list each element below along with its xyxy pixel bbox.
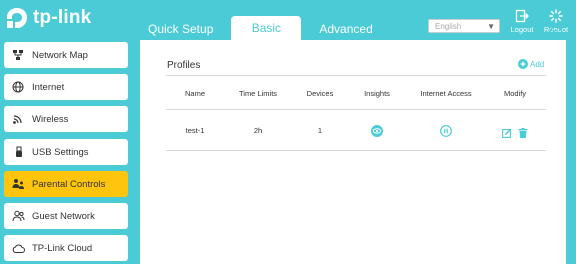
usb-icon <box>4 146 32 158</box>
column-header-time-limits: Time Limits <box>238 89 278 98</box>
logo-text: tp-link <box>33 7 92 28</box>
tab-quick-setup[interactable]: Quick Setup <box>140 18 221 40</box>
sidebar-item-label: Wireless <box>32 113 69 125</box>
reboot-icon <box>549 9 563 23</box>
sidebar-item-label: Internet <box>32 81 65 93</box>
edit-icon <box>502 128 512 138</box>
insights-button[interactable] <box>371 124 383 142</box>
logout-label: Logout <box>510 25 534 34</box>
table-header-divider <box>166 109 546 110</box>
network-map-icon <box>4 49 32 61</box>
sidebar-item-network-map[interactable]: Network Map <box>4 42 128 68</box>
column-header-modify: Modify <box>503 89 527 98</box>
profile-devices: 1 <box>317 126 323 135</box>
globe-icon <box>4 81 32 93</box>
sidebar-item-label: TP-Link Cloud <box>32 242 93 254</box>
column-header-devices: Devices <box>306 89 334 98</box>
delete-profile-button[interactable] <box>518 125 528 143</box>
sidebar-item-label: USB Settings <box>32 146 89 158</box>
add-profile-button[interactable]: Add <box>518 59 544 69</box>
add-label: Add <box>530 59 545 69</box>
sidebar-item-tp-link-cloud[interactable]: TP-Link Cloud <box>4 235 128 261</box>
top-tabs: Quick Setup Basic Advanced <box>140 0 385 40</box>
table-top-divider <box>166 75 546 76</box>
sidebar-item-label: Network Map <box>32 49 88 61</box>
sidebar-item-internet[interactable]: Internet <box>4 74 128 100</box>
cloud-icon <box>4 243 32 254</box>
svg-text:?: ? <box>553 29 559 39</box>
guest-icon <box>4 210 32 222</box>
tab-advanced[interactable]: Advanced <box>311 18 380 40</box>
profile-time-limits: 2h <box>253 126 263 135</box>
sidebar-item-wireless[interactable]: Wireless <box>4 106 128 132</box>
internet-access-toggle[interactable] <box>440 124 452 142</box>
logout-button[interactable]: Logout <box>507 9 537 34</box>
logout-icon <box>515 9 529 23</box>
sidebar-item-usb-settings[interactable]: USB Settings <box>4 139 128 165</box>
main-content <box>140 40 566 264</box>
table-row-divider <box>166 150 546 151</box>
header-bar: tp-link Quick Setup Basic Advanced Engli… <box>0 0 576 40</box>
eye-icon <box>371 125 383 137</box>
add-icon <box>518 59 528 69</box>
chevron-down-icon: ▼ <box>487 22 495 31</box>
tp-link-logo-icon <box>7 8 27 28</box>
sidebar: Network Map Internet Wireless USB Settin… <box>0 40 136 264</box>
column-header-internet-access: Internet Access <box>420 89 472 98</box>
parental-controls-icon <box>4 178 32 190</box>
edit-profile-button[interactable] <box>502 125 512 143</box>
sidebar-item-guest-network[interactable]: Guest Network <box>4 203 128 229</box>
language-select[interactable]: English ▼ <box>428 19 500 33</box>
trash-icon <box>518 128 528 138</box>
column-header-insights: Insights <box>364 89 390 98</box>
section-title: Profiles <box>167 60 201 71</box>
pause-icon <box>440 125 452 137</box>
tab-basic[interactable]: Basic <box>231 16 302 40</box>
wifi-icon <box>4 113 32 125</box>
help-icon[interactable]: ? <box>549 26 563 45</box>
sidebar-item-label: Parental Controls <box>32 178 106 190</box>
language-value: English <box>435 21 462 31</box>
sidebar-item-label: Guest Network <box>32 210 95 222</box>
tp-link-logo[interactable]: tp-link <box>4 4 91 32</box>
profile-name: test-1 <box>185 126 205 135</box>
sidebar-item-parental-controls[interactable]: Parental Controls <box>4 171 128 197</box>
column-header-name: Name <box>184 89 206 98</box>
